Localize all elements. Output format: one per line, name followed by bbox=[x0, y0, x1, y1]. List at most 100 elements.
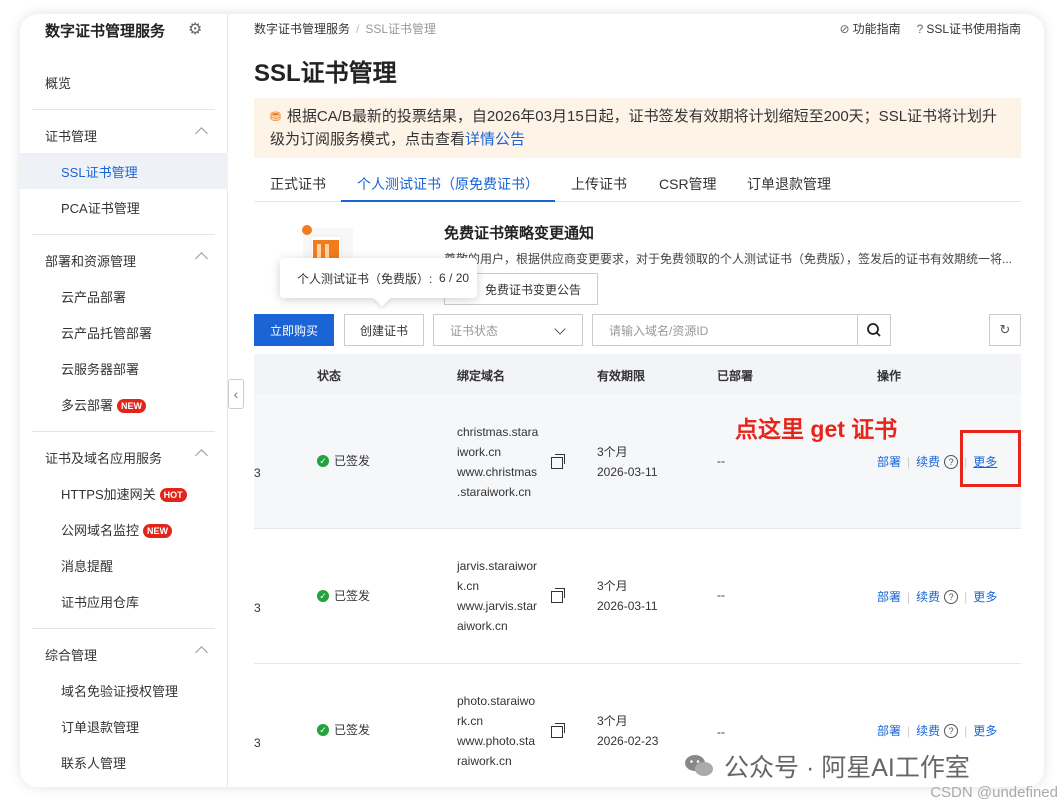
promo-title: 免费证书策略变更通知 bbox=[444, 225, 595, 242]
help-icon[interactable]: ? bbox=[944, 454, 959, 469]
gift-icon: ⛃ bbox=[270, 109, 281, 124]
domain-line: raiwork.cn bbox=[457, 754, 512, 768]
sidebar-item-server-deploy[interactable]: 云服务器部署 bbox=[20, 350, 228, 386]
deploy-link[interactable]: 部署 bbox=[877, 722, 901, 739]
sidebar-group-cert-management[interactable]: 证书管理 bbox=[20, 117, 228, 153]
breadcrumb-root[interactable]: 数字证书管理服务 bbox=[254, 22, 350, 36]
deploy-link[interactable]: 部署 bbox=[877, 588, 901, 605]
cell-id-tail: 3 bbox=[254, 601, 261, 615]
sidebar-item-contacts[interactable]: 联系人管理 bbox=[20, 744, 228, 780]
renew-link[interactable]: 续费 bbox=[916, 588, 940, 605]
col-actions: 操作 bbox=[877, 369, 902, 383]
col-validity: 有效期限 bbox=[597, 369, 646, 383]
sidebar-item-label: 证书管理 bbox=[45, 128, 98, 144]
sidebar-item-cert-repo[interactable]: 证书应用仓库 bbox=[20, 583, 228, 619]
sidebar-group-general[interactable]: 综合管理 bbox=[20, 636, 228, 672]
renew-link[interactable]: 续费 bbox=[916, 722, 940, 739]
validity-cell: 3个月 2026-02-23 bbox=[597, 711, 658, 751]
sidebar-item-ssl-cert[interactable]: SSL证书管理 bbox=[20, 153, 228, 189]
table-row: 3 ✓ 已签发 jarvis.staraiwor k.cn www.jarvis.… bbox=[254, 529, 1021, 664]
divider: | bbox=[907, 454, 911, 469]
buy-now-button[interactable]: 立即购买 bbox=[254, 314, 334, 346]
sidebar-divider bbox=[32, 109, 215, 110]
sidebar-item-label: 域名免验证授权管理 bbox=[61, 683, 179, 699]
domain-line: www.photo.sta bbox=[457, 734, 536, 748]
renew-link[interactable]: 续费 bbox=[916, 453, 940, 470]
create-cert-button[interactable]: 创建证书 bbox=[344, 314, 424, 346]
copy-icon[interactable] bbox=[551, 454, 565, 469]
more-link[interactable]: 更多 bbox=[973, 722, 997, 739]
tab-csr[interactable]: CSR管理 bbox=[659, 170, 717, 202]
sidebar-item-hosted-deploy[interactable]: 云产品托管部署 bbox=[20, 314, 228, 350]
sidebar: 数字证书管理服务 ⚙ 概览 证书管理 SSL证书管理 PCA证书管理 部署和资源… bbox=[20, 14, 228, 787]
status-badge: ✓ 已签发 bbox=[317, 452, 370, 469]
sidebar-item-pca-cert[interactable]: PCA证书管理 bbox=[20, 189, 228, 225]
cell-id-tail: 3 bbox=[254, 466, 261, 480]
status-text: 已签发 bbox=[334, 723, 371, 737]
col-status: 状态 bbox=[317, 369, 342, 383]
divider: | bbox=[964, 589, 968, 604]
tab-personal-test-cert[interactable]: 个人测试证书（原免费证书） bbox=[341, 170, 555, 202]
sidebar-item-notifications[interactable]: 消息提醒 bbox=[20, 547, 228, 583]
validity-date: 2026-02-23 bbox=[597, 734, 659, 748]
sidebar-item-https-gateway[interactable]: HTTPS加速网关 HOT bbox=[20, 475, 228, 511]
cert-status-placeholder: 证书状态 bbox=[450, 323, 499, 338]
cell-id-tail: 3 bbox=[254, 736, 261, 750]
sidebar-group-app-services[interactable]: 证书及域名应用服务 bbox=[20, 439, 228, 475]
deploy-link[interactable]: 部署 bbox=[877, 453, 901, 470]
validity-date: 2026-03-11 bbox=[597, 465, 658, 479]
sidebar-item-label: 公网域名监控 bbox=[61, 522, 140, 538]
ssl-guide-link[interactable]: ? SSL证书使用指南 bbox=[917, 20, 1021, 37]
search-button[interactable] bbox=[857, 314, 891, 346]
guide-link[interactable]: ⊘ 功能指南 bbox=[840, 20, 901, 37]
sidebar-group-deploy[interactable]: 部署和资源管理 bbox=[20, 242, 228, 278]
quota-tooltip: 个人测试证书（免费版）: 6 / 20 bbox=[280, 258, 477, 298]
validity-cell: 3个月 2026-03-11 bbox=[597, 442, 658, 482]
search-icon bbox=[867, 323, 881, 337]
help-icon[interactable]: ? bbox=[944, 723, 959, 738]
sidebar-item-multicloud-deploy[interactable]: 多云部署 NEW bbox=[20, 386, 228, 422]
domain-line: iwork.cn bbox=[457, 445, 502, 459]
compass-icon: ⊘ bbox=[839, 22, 850, 36]
sidebar-item-domain-monitor[interactable]: 公网域名监控 NEW bbox=[20, 511, 228, 547]
domain-line: .staraiwork.cn bbox=[457, 485, 532, 499]
col-domain: 绑定域名 bbox=[457, 369, 506, 383]
help-icon[interactable]: ? bbox=[944, 589, 959, 604]
help-circle-icon: ? bbox=[916, 22, 924, 36]
notice-link[interactable]: 详情公告 bbox=[465, 131, 525, 148]
status-badge: ✓ 已签发 bbox=[317, 721, 370, 738]
validity-cell: 3个月 2026-03-11 bbox=[597, 576, 658, 616]
sidebar-item-label: 联系人管理 bbox=[61, 755, 127, 771]
sidebar-item-domain-auth[interactable]: 域名免验证授权管理 bbox=[20, 672, 228, 708]
check-circle-icon: ✓ bbox=[317, 723, 329, 736]
notice-banner: ⛃ 根据CA/B最新的投票结果，自2026年03月15日起，证书签发有效期将计划缩… bbox=[254, 98, 1021, 158]
copy-icon[interactable] bbox=[551, 588, 565, 603]
sidebar-item-label: 证书及域名应用服务 bbox=[45, 450, 163, 466]
refresh-button[interactable]: ↻ bbox=[989, 314, 1021, 346]
hot-badge: HOT bbox=[159, 488, 187, 503]
status-text: 已签发 bbox=[334, 589, 371, 603]
status-badge: ✓ 已签发 bbox=[317, 587, 370, 604]
cert-status-select[interactable]: 证书状态 bbox=[433, 314, 583, 346]
divider: | bbox=[907, 589, 911, 604]
page-title: SSL证书管理 bbox=[254, 60, 397, 87]
sidebar-item-label: 证书应用仓库 bbox=[61, 594, 140, 610]
sidebar-item-overview[interactable]: 概览 bbox=[20, 64, 228, 100]
gear-icon[interactable]: ⚙ bbox=[188, 22, 204, 38]
check-circle-icon: ✓ bbox=[317, 589, 329, 602]
sidebar-item-cloud-deploy[interactable]: 云产品部署 bbox=[20, 278, 228, 314]
copy-icon[interactable] bbox=[551, 723, 565, 738]
tab-official-cert[interactable]: 正式证书 bbox=[270, 170, 326, 202]
tab-refund[interactable]: 订单退款管理 bbox=[747, 170, 831, 202]
domain-line: www.jarvis.star bbox=[457, 599, 538, 613]
deployed-cell: -- bbox=[717, 454, 725, 468]
search-input[interactable]: 请输入域名/资源ID bbox=[592, 314, 858, 346]
sidebar-collapse-handle[interactable]: ‹ bbox=[228, 379, 244, 409]
more-link[interactable]: 更多 bbox=[973, 588, 997, 605]
wechat-icon bbox=[685, 755, 713, 776]
table-row: 3 ✓ 已签发 photo.staraiwo rk.cn www.photo.st… bbox=[254, 664, 1021, 807]
sidebar-item-label: 订单退款管理 bbox=[61, 719, 140, 735]
col-deployed: 已部署 bbox=[717, 369, 754, 383]
tab-upload-cert[interactable]: 上传证书 bbox=[571, 170, 627, 202]
sidebar-item-refund[interactable]: 订单退款管理 bbox=[20, 708, 228, 744]
